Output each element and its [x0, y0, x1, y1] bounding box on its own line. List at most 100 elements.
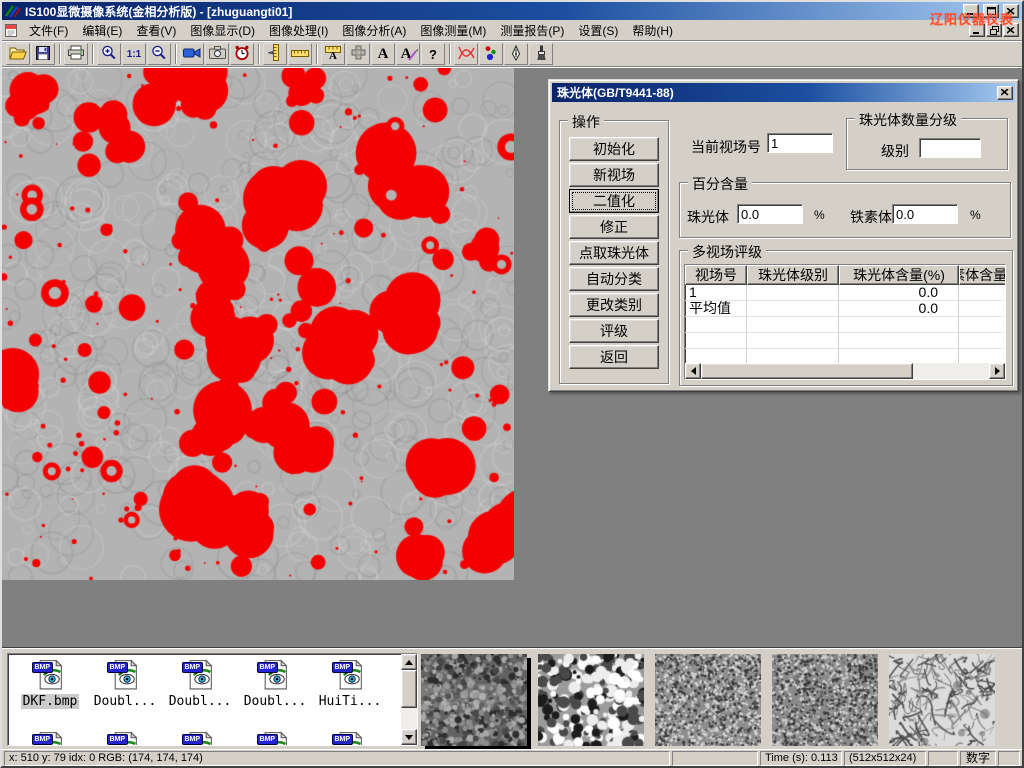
current-field-input[interactable]	[767, 133, 833, 153]
table-row[interactable]: 平均值 0.0	[685, 301, 1005, 317]
color-dots-icon	[483, 45, 499, 64]
correct-button[interactable]: 修正	[569, 215, 659, 239]
file-item[interactable]: BMP Doubl...	[239, 658, 311, 709]
grade-input[interactable]	[919, 138, 981, 158]
auto-classify-button[interactable]: 自动分类	[569, 267, 659, 291]
pick-pearlite-button[interactable]: 点取珠光体	[569, 241, 659, 265]
init-button[interactable]: 初始化	[569, 137, 659, 161]
menu-view[interactable]: 查看(V)	[129, 20, 183, 41]
help-button[interactable]: ?	[421, 43, 445, 65]
menu-settings[interactable]: 设置(S)	[571, 20, 625, 41]
file-item[interactable]: BMP HuiTi...	[314, 658, 386, 709]
binarize-button[interactable]: 二值化	[569, 189, 659, 213]
rating-table[interactable]: 视场号 珠光体级别 珠光体含量(%) 铁素体含量(%) 1 0.0 平均值 0.…	[684, 264, 1006, 380]
zoom-out-button[interactable]	[147, 43, 171, 65]
bmp-file-icon: BMP	[109, 658, 142, 691]
file-item[interactable]: BMP DKF.bmp	[14, 658, 86, 709]
menu-help[interactable]: 帮助(H)	[625, 20, 680, 41]
clock-icon	[234, 45, 250, 64]
curve-tool-button[interactable]	[454, 43, 478, 65]
thumbnail-1[interactable]	[421, 654, 527, 746]
pearlite-dialog-title-bar[interactable]: 珠光体(GB/T9441-88)	[552, 83, 1015, 102]
file-item[interactable]: BMP Doubl...	[164, 658, 236, 709]
left-arrow-icon	[691, 367, 696, 375]
dialog-close-button[interactable]	[997, 86, 1013, 100]
scrollbar-track[interactable]	[913, 363, 989, 379]
thumbnail-5[interactable]	[889, 654, 995, 746]
menu-image-analysis[interactable]: 图像分析(A)	[335, 20, 413, 41]
thumbnail-3[interactable]	[655, 654, 761, 746]
timer-button[interactable]	[230, 43, 254, 65]
doc-icon[interactable]	[4, 23, 18, 38]
col-ferrite-content[interactable]: 铁素体含量(%)	[959, 265, 1006, 285]
scrollbar-track[interactable]	[401, 708, 417, 729]
menu-report[interactable]: 测量报告(P)	[493, 20, 571, 41]
file-name[interactable]: HuiTi...	[317, 694, 384, 709]
thumbnail-4[interactable]	[772, 654, 878, 746]
file-name[interactable]: Doubl...	[167, 694, 234, 709]
status-dimensions: (512x512x24)	[844, 751, 926, 766]
file-item[interactable]: BMP	[239, 730, 311, 746]
status-mode: 数字	[960, 751, 996, 766]
menu-image-process[interactable]: 图像处理(I)	[262, 20, 335, 41]
zoom-in-button[interactable]	[97, 43, 121, 65]
cell-ferrite	[959, 285, 1006, 301]
new-field-button[interactable]: 新视场	[569, 163, 659, 187]
file-item[interactable]: BMP	[164, 730, 236, 746]
scrollbar-thumb[interactable]	[401, 670, 417, 708]
letter-a-icon: A	[378, 47, 389, 62]
pearlite-label: 珠光体	[687, 207, 729, 227]
file-item[interactable]: BMP	[314, 730, 386, 746]
scroll-right-button[interactable]	[989, 363, 1005, 379]
file-browser[interactable]: BMP DKF.bmp BMP Doubl... BMP Doubl...	[7, 653, 418, 746]
bmp-badge: BMP	[257, 662, 279, 673]
scroll-left-button[interactable]	[685, 363, 701, 379]
scroll-up-button[interactable]	[401, 654, 417, 670]
col-pearlite-content[interactable]: 珠光体含量(%)	[839, 265, 959, 285]
save-button[interactable]	[31, 43, 55, 65]
brush-tool-button[interactable]	[529, 43, 553, 65]
grade-group: 珠光体数量分级 级别	[846, 118, 1008, 170]
file-name[interactable]: Doubl...	[92, 694, 159, 709]
actual-size-button[interactable]: 1:1	[122, 43, 146, 65]
print-button[interactable]	[64, 43, 88, 65]
pearlite-input[interactable]	[737, 204, 803, 224]
return-button[interactable]: 返回	[569, 345, 659, 369]
status-empty-2	[928, 751, 958, 766]
phase-color-button[interactable]	[479, 43, 503, 65]
grade-button[interactable]: 评级	[569, 319, 659, 343]
menu-image-display[interactable]: 图像显示(D)	[183, 20, 262, 41]
file-item[interactable]: BMP	[14, 730, 86, 746]
scrollbar-thumb[interactable]	[701, 363, 913, 379]
ruler-button[interactable]	[288, 43, 312, 65]
change-class-button[interactable]: 更改类别	[569, 293, 659, 317]
file-name[interactable]: Doubl...	[242, 694, 309, 709]
metallographic-image[interactable]	[2, 68, 514, 580]
text-edit-button[interactable]: A	[396, 43, 420, 65]
file-item[interactable]: BMP Doubl...	[89, 658, 161, 709]
ferrite-input[interactable]	[892, 204, 958, 224]
pen-tool-button[interactable]	[504, 43, 528, 65]
menu-edit[interactable]: 编辑(E)	[75, 20, 129, 41]
video-capture-button[interactable]	[180, 43, 204, 65]
table-horizontal-scrollbar[interactable]	[685, 363, 1005, 379]
menu-image-measure[interactable]: 图像测量(M)	[413, 20, 493, 41]
menu-file[interactable]: 文件(F)	[22, 20, 75, 41]
thumbnail-2[interactable]	[538, 654, 644, 746]
right-arrow-icon	[995, 367, 1000, 375]
text-annotate-button[interactable]: A	[371, 43, 395, 65]
file-item[interactable]: BMP	[89, 730, 161, 746]
col-field-no[interactable]: 视场号	[685, 265, 747, 285]
file-name[interactable]: DKF.bmp	[21, 694, 80, 709]
table-row[interactable]: 1 0.0	[685, 285, 1005, 301]
application-window: IS100显微摄像系统(金相分析版) - [zhuguangti01] 辽阳仪器…	[0, 0, 1024, 768]
open-button[interactable]	[6, 43, 30, 65]
merge-button[interactable]	[346, 43, 370, 65]
scale-label-button[interactable]: A	[321, 43, 345, 65]
file-browser-vscrollbar[interactable]	[401, 654, 417, 745]
bmp-file-icon: BMP	[259, 658, 292, 691]
snapshot-button[interactable]	[205, 43, 229, 65]
caliper-button[interactable]	[263, 43, 287, 65]
col-pearlite-grade[interactable]: 珠光体级别	[747, 265, 839, 285]
scroll-down-button[interactable]	[401, 729, 417, 745]
